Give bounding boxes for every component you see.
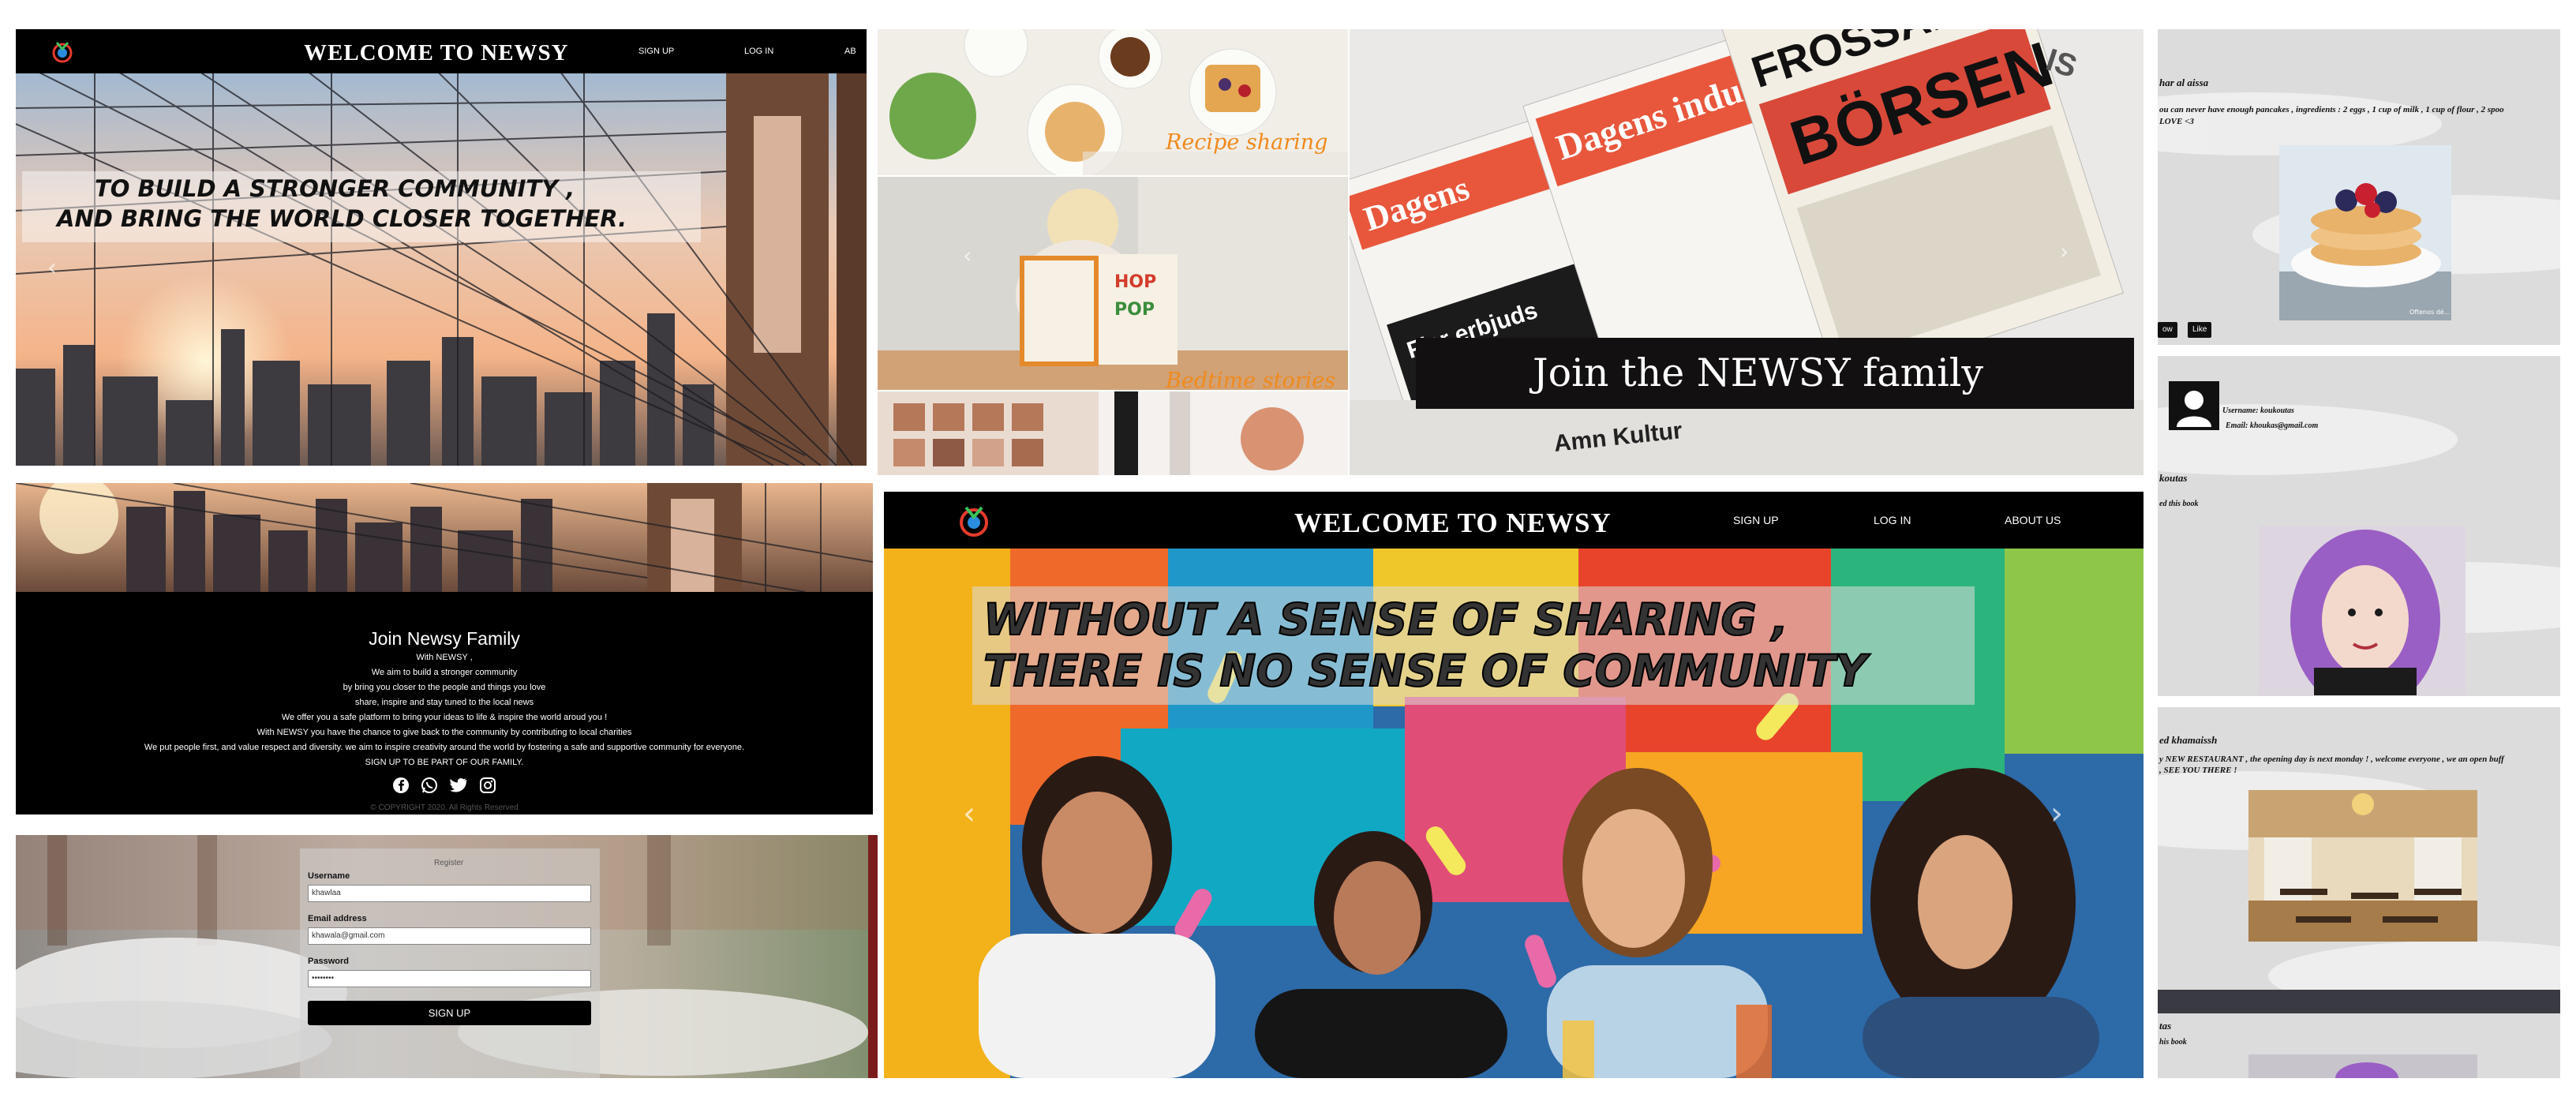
follow-button[interactable]: ow xyxy=(2158,322,2177,338)
nav-about-link[interactable]: ABOUT US xyxy=(2005,514,2061,526)
main-hero-panel: WELCOME TO NEWSY SIGN UP LOG IN ABOUT US… xyxy=(884,492,2144,1078)
instagram-icon[interactable] xyxy=(479,777,496,794)
profile-email: Email: khoukas@gmail.com xyxy=(2226,421,2319,430)
caption-bedtime-stories: Bedtime stories xyxy=(1166,369,1336,393)
email-field[interactable]: khawala@gmail.com xyxy=(308,927,591,945)
makeup-palette-image xyxy=(878,391,1348,475)
purple-hair-portrait-image xyxy=(2259,526,2466,695)
site-brand: WELCOME TO NEWSY xyxy=(1294,507,1612,538)
post-text: his book xyxy=(2159,1038,2187,1047)
avatar-icon xyxy=(2169,381,2219,430)
post-author: tas xyxy=(2159,1020,2172,1032)
facebook-icon[interactable] xyxy=(392,777,410,794)
main-nav: WELCOME TO NEWSY SIGN UP LOG IN ABOUT US xyxy=(884,492,2144,549)
caption-recipe-sharing: Recipe sharing xyxy=(1166,130,1328,155)
post-text: y NEW RESTAURANT , the opening day is ne… xyxy=(2159,755,2504,764)
about-line: SIGN UP TO BE PART OF OUR FAMILY. xyxy=(365,758,524,767)
post-author: ed khamaissh xyxy=(2159,734,2218,746)
profile-name: koutas xyxy=(2159,472,2188,484)
about-line: We put people first, and value respect a… xyxy=(144,743,745,752)
about-title: Join Newsy Family xyxy=(369,628,520,649)
about-line: share, inspire and stay tuned to the loc… xyxy=(354,698,534,707)
password-label: Password xyxy=(308,957,349,966)
site-brand: WELCOME TO NEWSY xyxy=(304,40,569,66)
nav-about-link[interactable]: AB xyxy=(844,47,856,56)
newsy-logo-icon[interactable] xyxy=(49,38,76,65)
post-author: har al aissa xyxy=(2159,77,2209,88)
profile-username: Username: koukoutas xyxy=(2222,406,2294,415)
about-line: With NEWSY you have the chance to give b… xyxy=(256,728,632,737)
svg-text:HOP: HOP xyxy=(1114,272,1156,292)
feed-post: har al aissa ou can never have enough pa… xyxy=(2158,29,2560,345)
friends-mural-image xyxy=(884,492,2144,1078)
username-field[interactable]: khawlaa xyxy=(308,885,591,902)
about-line: With NEWSY , xyxy=(416,653,473,662)
nav-signup-link[interactable]: SIGN UP xyxy=(1733,514,1779,526)
email-label: Email address xyxy=(308,914,367,923)
feed-post: tas his book xyxy=(2158,1013,2560,1078)
collage-panel: Recipe sharing HOP POP Bedtime stories ‹ xyxy=(878,29,1348,475)
post-text: , SEE YOU THERE ! xyxy=(2159,766,2237,775)
username-label: Username xyxy=(308,871,350,881)
hero-line-1: WITHOUT A SENSE OF SHARING , xyxy=(983,594,1789,646)
copyright-text: © COPYRIGHT 2020. All Rights Reserved xyxy=(370,803,519,812)
nav-login-link[interactable]: LOG IN xyxy=(1874,514,1911,526)
join-family-panel: Dagens Fler erbjuds behandling – men få … xyxy=(1350,29,2144,475)
like-button[interactable]: Like xyxy=(2188,322,2212,338)
password-field[interactable]: •••••••• xyxy=(308,970,591,987)
about-section: Join Newsy Family With NEWSY , We aim to… xyxy=(16,592,873,815)
whatsapp-icon[interactable] xyxy=(421,777,438,794)
post-text: ou can never have enough pancakes , ingr… xyxy=(2159,105,2504,114)
home-hero-panel: WELCOME TO NEWSY SIGN UP LOG IN AB TO BU… xyxy=(16,29,867,466)
join-banner-title: Join the NEWSY family xyxy=(1533,350,1984,395)
top-nav: WELCOME TO NEWSY SIGN UP LOG IN AB xyxy=(16,29,867,73)
nav-login-link[interactable]: LOG IN xyxy=(744,47,773,56)
post-text: LOVE <3 xyxy=(2159,117,2194,126)
twitter-icon[interactable] xyxy=(449,777,468,794)
signup-submit-button[interactable]: SIGN UP xyxy=(308,1001,591,1025)
collage-prev-button[interactable]: ‹ xyxy=(963,242,972,268)
nav-signup-link[interactable]: SIGN UP xyxy=(638,47,674,56)
social-links xyxy=(16,777,873,794)
about-line: We aim to build a stronger community xyxy=(371,668,518,677)
carousel-next-button[interactable]: › xyxy=(2050,796,2063,832)
hero-line-2: THERE IS NO SENSE OF COMMUNITY xyxy=(983,645,1867,697)
bedtime-reading-image: HOP POP xyxy=(878,177,1348,390)
image-caption: Oftenos dé... xyxy=(2409,308,2450,316)
about-line: by bring you closer to the people and th… xyxy=(343,683,546,692)
feed-column: har al aissa ou can never have enough pa… xyxy=(2158,29,2560,1078)
signup-panel: Register Username khawlaa Email address … xyxy=(16,835,878,1078)
banner-next-button[interactable]: › xyxy=(2060,238,2069,264)
restaurant-image xyxy=(2248,790,2477,942)
form-heading: Register xyxy=(434,859,464,867)
hero-line-1: TO BUILD A STRONGER COMMUNITY , xyxy=(95,175,575,202)
newsy-logo-icon[interactable] xyxy=(955,501,993,539)
hero-line-2: AND BRING THE WORLD CLOSER TOGETHER. xyxy=(57,205,627,232)
svg-text:POP: POP xyxy=(1114,300,1155,320)
profile-card: Username: koukoutas Email: khoukas@gmail… xyxy=(2158,364,2560,695)
carousel-prev-button[interactable]: ‹ xyxy=(47,254,57,282)
about-panel: Join Newsy Family With NEWSY , We aim to… xyxy=(16,483,873,815)
profile-liked: ed this book xyxy=(2159,500,2199,508)
about-line: We offer you a safe platform to bring yo… xyxy=(281,713,608,722)
feed-post: ed khamaissh y NEW RESTAURANT , the open… xyxy=(2158,716,2560,989)
post-image xyxy=(2248,1054,2477,1078)
skyline-strip-image xyxy=(16,483,873,592)
pancakes-image: Oftenos dé... xyxy=(2279,145,2451,320)
carousel-prev-button[interactable]: ‹ xyxy=(963,796,975,832)
bridge-skyline-image xyxy=(16,29,867,466)
